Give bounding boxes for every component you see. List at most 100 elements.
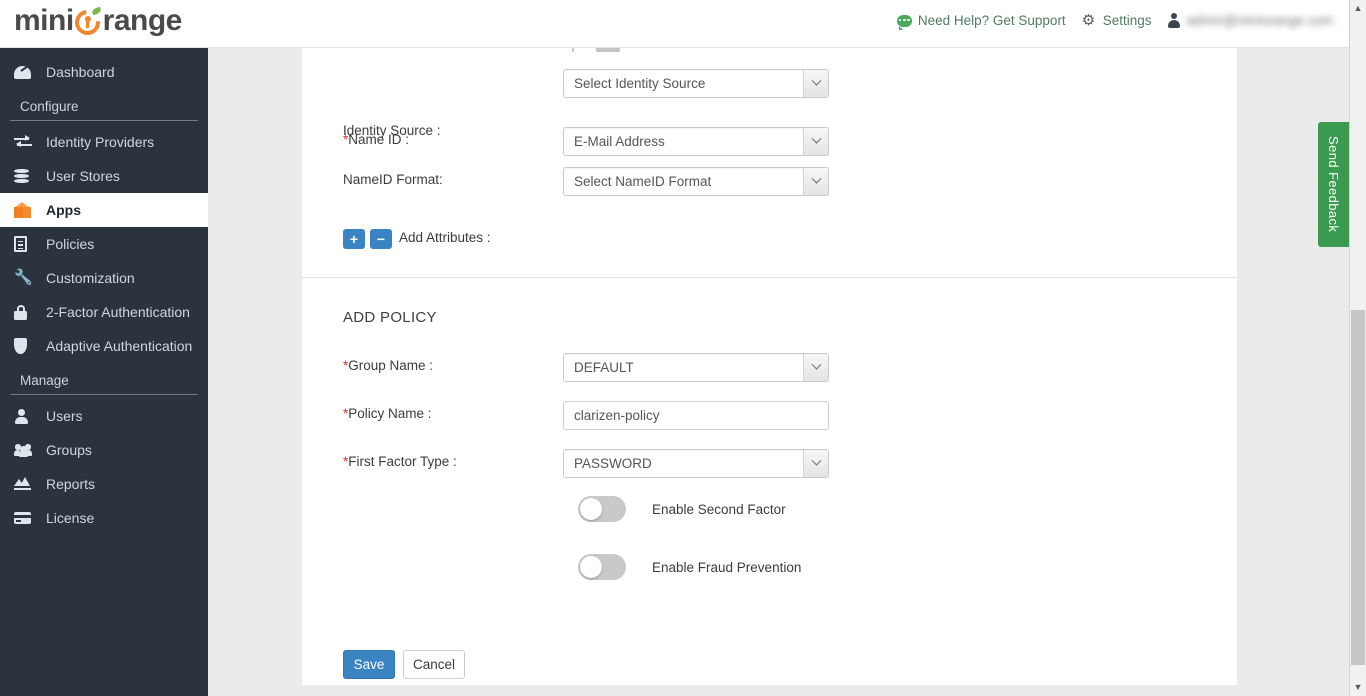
database-icon bbox=[14, 169, 40, 184]
policy-name-value: clarizen-policy bbox=[574, 408, 660, 423]
card-icon bbox=[14, 512, 40, 524]
chevron-down-icon bbox=[803, 354, 828, 381]
name-id-value: E-Mail Address bbox=[574, 134, 665, 149]
sidebar-item-users[interactable]: Users bbox=[0, 399, 208, 433]
sidebar-item-label: Groups bbox=[40, 442, 92, 458]
sidebar-item-label: Apps bbox=[40, 202, 81, 218]
chevron-down-icon bbox=[803, 168, 828, 195]
first-factor-type-value: PASSWORD bbox=[574, 456, 652, 471]
send-feedback-label: Send Feedback bbox=[1326, 136, 1341, 232]
exchange-arrows-icon bbox=[14, 136, 40, 149]
group-name-select[interactable]: DEFAULT bbox=[563, 353, 829, 382]
settings-link[interactable]: ⚙ Settings bbox=[1082, 13, 1152, 28]
sidebar-item-label: User Stores bbox=[40, 168, 120, 184]
sidebar-item-user-stores[interactable]: User Stores bbox=[0, 159, 208, 193]
remove-attribute-button[interactable]: − bbox=[370, 229, 392, 249]
sidebar-item-reports[interactable]: Reports bbox=[0, 467, 208, 501]
gear-icon: ⚙ bbox=[1082, 13, 1097, 28]
user-icon bbox=[14, 409, 40, 424]
dashboard-icon bbox=[14, 66, 40, 79]
sidebar-section-configure: Configure bbox=[0, 89, 208, 118]
sidebar-item-policies[interactable]: Policies bbox=[0, 227, 208, 261]
enable-fraud-prevention-toggle[interactable] bbox=[578, 554, 626, 580]
sidebar-divider bbox=[10, 120, 198, 121]
logo-text-range: range bbox=[103, 4, 182, 38]
wrench-icon: 🔧 bbox=[14, 270, 40, 286]
nameid-format-value: Select NameID Format bbox=[574, 174, 711, 189]
identity-source-select[interactable]: Select Identity Source bbox=[563, 69, 829, 98]
sidebar-item-identity-providers[interactable]: Identity Providers bbox=[0, 125, 208, 159]
scrollbar-thumb[interactable] bbox=[1351, 310, 1365, 665]
sidebar-item-label: Customization bbox=[40, 270, 135, 286]
get-support-label: Need Help? Get Support bbox=[918, 13, 1066, 28]
toggle-knob bbox=[580, 556, 602, 578]
identity-source-value: Select Identity Source bbox=[574, 76, 705, 91]
group-name-label-text: Group Name : bbox=[348, 358, 433, 373]
cancel-button[interactable]: Cancel bbox=[403, 650, 465, 679]
shield-icon bbox=[14, 338, 40, 354]
chat-bubble-icon bbox=[897, 15, 912, 27]
settings-label: Settings bbox=[1103, 13, 1152, 28]
box-icon bbox=[14, 202, 40, 219]
sidebar-item-label: Users bbox=[40, 408, 83, 424]
lock-icon bbox=[14, 305, 40, 320]
policy-name-label: *Policy Name : bbox=[343, 406, 432, 421]
enable-second-factor-toggle[interactable] bbox=[578, 496, 626, 522]
sidebar-item-label: License bbox=[40, 510, 94, 526]
sidebar-item-dashboard[interactable]: Dashboard bbox=[0, 55, 208, 89]
sidebar-item-groups[interactable]: Groups bbox=[0, 433, 208, 467]
save-button[interactable]: Save bbox=[343, 650, 395, 679]
policy-name-input[interactable]: clarizen-policy bbox=[563, 401, 829, 430]
first-factor-type-label: *First Factor Type : bbox=[343, 454, 457, 469]
logo-text-mini: mini bbox=[14, 4, 74, 38]
first-factor-type-label-text: First Factor Type : bbox=[348, 454, 457, 469]
sidebar-item-apps[interactable]: Apps bbox=[0, 193, 208, 227]
nameid-format-label: NameID Format: bbox=[343, 172, 443, 187]
sidebar-item-label: 2-Factor Authentication bbox=[40, 304, 190, 320]
enable-fraud-prevention-label: Enable Fraud Prevention bbox=[652, 560, 801, 575]
scrollbar-down-arrow[interactable]: ▼ bbox=[1350, 679, 1366, 696]
chart-icon bbox=[14, 478, 40, 490]
name-id-select[interactable]: E-Mail Address bbox=[563, 127, 829, 156]
sidebar-item-label: Policies bbox=[40, 236, 94, 252]
app-configuration-panel: Identity Source : Select Identity Source… bbox=[302, 45, 1237, 685]
name-id-label-text: Name ID : bbox=[348, 132, 409, 147]
nameid-format-select[interactable]: Select NameID Format bbox=[563, 167, 829, 196]
orange-keyhole-icon bbox=[75, 8, 102, 35]
page-scrollbar[interactable]: ▲ ▼ bbox=[1349, 0, 1366, 696]
name-id-label: *Name ID : bbox=[343, 132, 409, 147]
document-icon bbox=[14, 236, 40, 252]
send-feedback-tab[interactable]: Send Feedback bbox=[1318, 122, 1349, 247]
sidebar-item-adaptive-authentication[interactable]: Adaptive Authentication bbox=[0, 329, 208, 363]
chevron-down-icon bbox=[803, 450, 828, 477]
header-actions: Need Help? Get Support ⚙ Settings admin@… bbox=[897, 13, 1333, 28]
user-account-menu[interactable]: admin@miniorange.com bbox=[1167, 13, 1333, 28]
user-email-label: admin@miniorange.com bbox=[1186, 13, 1333, 28]
group-name-label: *Group Name : bbox=[343, 358, 433, 373]
top-header: mini range Need Help? Get Support ⚙ Setti… bbox=[0, 0, 1349, 48]
sidebar-item-label: Dashboard bbox=[40, 64, 115, 80]
sidebar-item-license[interactable]: License bbox=[0, 501, 208, 535]
chevron-down-icon bbox=[803, 70, 828, 97]
miniorange-logo[interactable]: mini range bbox=[14, 4, 182, 38]
left-sidebar: Dashboard Configure Identity Providers U… bbox=[0, 48, 208, 696]
sidebar-section-manage: Manage bbox=[0, 363, 208, 392]
sidebar-item-customization[interactable]: 🔧 Customization bbox=[0, 261, 208, 295]
sidebar-item-label: Identity Providers bbox=[40, 134, 154, 150]
add-policy-heading: ADD POLICY bbox=[343, 309, 437, 326]
sidebar-item-label: Adaptive Authentication bbox=[40, 338, 192, 354]
first-factor-type-select[interactable]: PASSWORD bbox=[563, 449, 829, 478]
policy-name-label-text: Policy Name : bbox=[348, 406, 431, 421]
sidebar-divider bbox=[10, 394, 198, 395]
enable-second-factor-label: Enable Second Factor bbox=[652, 502, 786, 517]
sidebar-item-label: Reports bbox=[40, 476, 95, 492]
scrollbar-up-arrow[interactable]: ▲ bbox=[1350, 0, 1366, 17]
section-divider bbox=[302, 277, 1237, 278]
add-attribute-button[interactable]: + bbox=[343, 229, 365, 249]
toggle-knob bbox=[580, 498, 602, 520]
get-support-link[interactable]: Need Help? Get Support bbox=[897, 13, 1066, 28]
sidebar-item-2fa[interactable]: 2-Factor Authentication bbox=[0, 295, 208, 329]
group-icon bbox=[14, 443, 40, 457]
person-icon bbox=[1167, 13, 1180, 28]
chevron-down-icon bbox=[803, 128, 828, 155]
